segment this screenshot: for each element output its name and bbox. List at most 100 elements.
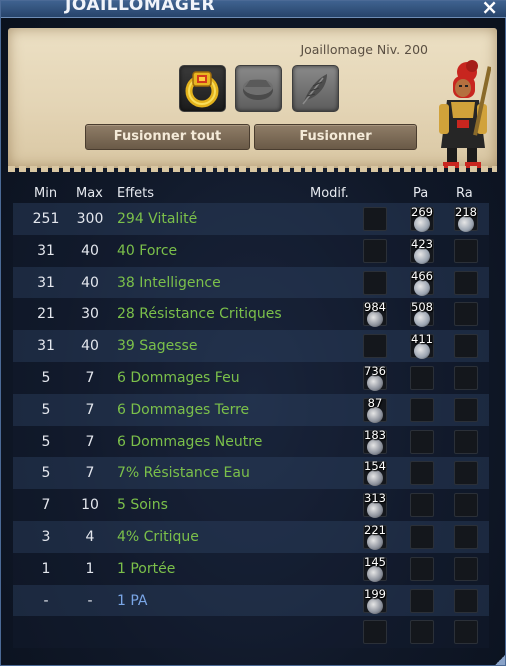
ra-rune-slot[interactable] [454,429,478,454]
pa-rune-slot[interactable] [410,556,434,581]
min-value: 31 [37,338,55,355]
table-row: 21 30 28 Résistance Critiques 984 508 [13,298,489,331]
effect-label: 6 Dommages Terre [117,401,250,418]
effect-label: 1 Portée [117,560,176,577]
modif-rune-slot[interactable]: 183 [363,428,387,455]
table-row: 5 7 7% Résistance Eau 154 [13,457,489,490]
header-min: Min [34,186,58,201]
modif-rune-slot[interactable]: 736 [363,364,387,391]
workshop-panel: Joaillomage Niv. 200 Fusionner tout Fusi… [8,28,497,172]
min-value: 21 [37,306,55,323]
header-max: Max [76,186,103,201]
min-value: 5 [41,401,51,418]
ra-rune-slot[interactable] [454,524,478,549]
rune-quantity: 218 [455,205,477,219]
modif-rune-slot[interactable] [363,270,387,295]
effect-label: 38 Intelligence [117,274,221,291]
effect-label: 5 Soins [117,497,168,514]
effect-label: 1 PA [117,592,148,609]
ra-rune-slot[interactable] [454,302,478,327]
pa-rune-slot[interactable] [410,429,434,454]
pa-rune-slot[interactable] [410,397,434,422]
rune-quantity: 313 [364,491,386,506]
max-value: 7 [85,401,95,418]
max-value: 40 [81,338,99,355]
table-row: 31 40 40 Force 423 [13,234,489,267]
ingredient-slot-potion[interactable] [292,65,339,112]
header-pa: Pa [413,186,429,201]
pa-rune-slot[interactable]: 423 [410,237,434,264]
rune-quantity: 145 [364,554,386,569]
modif-rune-slot[interactable] [363,620,387,645]
modif-rune-slot[interactable]: 154 [363,459,387,487]
effect-label: 40 Force [117,242,178,259]
effect-label: 7% Résistance Eau [117,465,250,482]
table-row: 251 300 294 Vitalité 269 218 [13,203,489,235]
header-modif: Modif. [310,186,349,201]
ra-rune-slot[interactable]: 218 [454,205,478,232]
min-value: 5 [41,433,51,450]
pa-rune-slot[interactable] [410,588,434,613]
fuse-button[interactable]: Fusionner [254,124,417,150]
close-icon[interactable]: × [481,0,498,17]
pa-rune-slot[interactable] [410,524,434,549]
effect-label: 294 Vitalité [117,211,198,227]
ingredient-slot-rune[interactable] [235,65,282,112]
ra-rune-slot[interactable] [454,620,478,645]
table-row: 31 40 38 Intelligence 466 [13,266,489,299]
ra-rune-slot[interactable] [454,588,478,613]
ra-rune-slot[interactable] [454,461,478,486]
min-value: 31 [37,242,55,259]
ra-rune-slot[interactable] [454,238,478,263]
pa-rune-slot[interactable] [410,461,434,486]
character-portrait-icon [439,60,491,168]
pa-rune-slot[interactable] [410,620,434,645]
effects-table: 251 300 294 Vitalité 269 218 31 40 40 Force 423 3… [13,203,489,649]
ra-rune-slot[interactable] [454,334,478,359]
rune-quantity: 183 [364,427,386,442]
modif-rune-slot[interactable]: 199 [363,587,387,614]
ra-rune-slot[interactable] [454,556,478,581]
effect-label: 6 Dommages Feu [117,369,240,386]
effect-label: 39 Sagesse [117,338,198,355]
header-ra: Ra [456,186,473,201]
pa-rune-slot[interactable]: 466 [410,269,434,296]
modif-rune-slot[interactable] [363,334,387,359]
pa-rune-slot[interactable] [410,365,434,390]
ra-rune-slot[interactable] [454,365,478,390]
max-value: 300 [76,211,104,227]
header-effects: Effets [117,186,155,201]
modif-rune-slot[interactable]: 984 [363,300,387,328]
modif-rune-slot[interactable]: 221 [363,523,387,550]
min-value: 3 [41,528,51,545]
rune-quantity: 87 [367,395,383,410]
title-bar[interactable]: JOAILLOMAGER × [1,0,506,18]
table-row: - - 1 PA 199 [13,584,489,617]
gold-ring-icon [185,71,219,108]
fuse-all-button[interactable]: Fusionner tout [85,124,250,150]
rune-quantity: 221 [364,522,386,537]
crafting-window: JOAILLOMAGER × Joaillomage Niv. 200 Fusi… [0,0,506,666]
effect-label: 4% Critique [117,528,199,545]
max-value: 40 [81,242,99,259]
max-value: 4 [85,528,95,545]
rune-quantity: 984 [364,300,386,315]
pa-rune-slot[interactable]: 411 [410,332,434,360]
pa-rune-slot[interactable] [410,493,434,518]
modif-rune-slot[interactable]: 87 [363,396,387,423]
ra-rune-slot[interactable] [454,270,478,295]
resize-handle[interactable] [495,655,505,665]
pa-rune-slot[interactable]: 269 [410,205,434,232]
effect-label: 28 Résistance Critiques [117,306,282,323]
modif-rune-slot[interactable]: 145 [363,555,387,582]
pa-rune-slot[interactable]: 508 [410,300,434,328]
modif-rune-slot[interactable] [363,207,387,231]
ra-rune-slot[interactable] [454,397,478,422]
rune-quantity: 423 [411,236,433,251]
ra-rune-slot[interactable] [454,493,478,518]
modif-rune-slot[interactable] [363,238,387,263]
rune-stone-icon [243,79,273,100]
modif-rune-slot[interactable]: 313 [363,491,387,519]
rune-quantity: 154 [364,459,386,474]
ingredient-slot-item[interactable] [179,65,226,112]
